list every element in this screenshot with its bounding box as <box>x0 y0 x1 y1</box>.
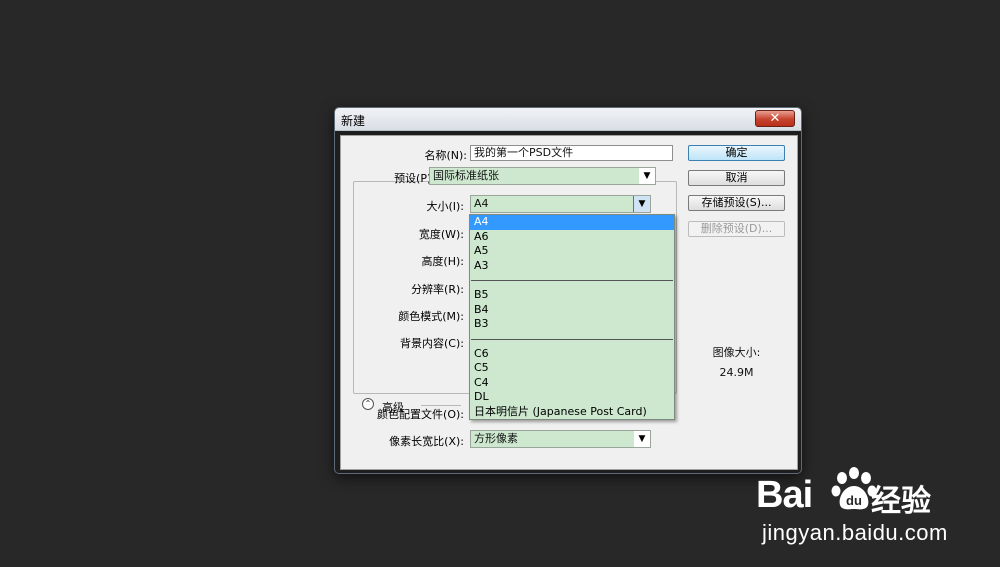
watermark-url: jingyan.baidu.com <box>762 520 948 545</box>
size-option-a3[interactable]: A3 <box>470 259 674 274</box>
watermark-logo-cn: 经验 <box>871 484 931 519</box>
cancel-button[interactable]: 取消 <box>688 170 785 186</box>
save-preset-button[interactable]: 存储预设(S)... <box>688 195 785 211</box>
pixel-aspect-value: 方形像素 <box>474 432 518 445</box>
size-option-b3[interactable]: B3 <box>470 317 674 332</box>
size-select-value: A4 <box>474 197 489 210</box>
preset-select-value: 国际标准纸张 <box>433 169 499 182</box>
name-input[interactable]: 我的第一个PSD文件 <box>470 145 673 161</box>
size-option-c6[interactable]: C6 <box>470 347 674 362</box>
color-profile-label: 颜色配置文件(O): <box>377 408 464 421</box>
height-label: 高度(H): <box>421 255 464 268</box>
size-option-b5[interactable]: B5 <box>470 288 674 303</box>
chevron-down-icon[interactable]: ▼ <box>639 168 655 184</box>
size-option-dl[interactable]: DL <box>470 390 674 405</box>
watermark-logo-text: Bai <box>756 474 813 516</box>
size-option-japanese-postcard[interactable]: 日本明信片 (Japanese Post Card) <box>470 405 674 420</box>
size-option-a6[interactable]: A6 <box>470 230 674 245</box>
color-mode-label: 颜色模式(M): <box>398 310 464 323</box>
ok-button[interactable]: 确定 <box>688 145 785 161</box>
size-select[interactable]: A4 ▼ <box>470 195 651 213</box>
resolution-label: 分辨率(R): <box>411 283 464 296</box>
delete-preset-button: 删除预设(D)... <box>688 221 785 237</box>
dropdown-separator <box>471 280 673 281</box>
size-option-c4[interactable]: C4 <box>470 376 674 391</box>
pixel-aspect-select[interactable]: 方形像素 ▼ <box>470 430 651 448</box>
dialog-titlebar[interactable]: 新建 ✕ <box>335 108 801 131</box>
pixel-aspect-label: 像素长宽比(X): <box>389 435 464 448</box>
background-contents-label: 背景内容(C): <box>400 337 464 350</box>
size-label: 大小(I): <box>426 200 464 213</box>
name-label: 名称(N): <box>424 149 467 162</box>
size-dropdown-list: A4 A6 A5 A3 B5 B4 B3 C6 C5 C4 DL 日本明信片 (… <box>469 214 675 420</box>
preset-select[interactable]: 国际标准纸张 ▼ <box>429 167 656 185</box>
width-label: 宽度(W): <box>418 228 464 241</box>
image-size-value: 24.9M <box>719 366 754 379</box>
svg-text:du: du <box>846 493 862 508</box>
dropdown-separator <box>471 338 673 340</box>
image-size-label: 图像大小: <box>712 346 761 359</box>
size-option-b4[interactable]: B4 <box>470 303 674 318</box>
baidu-watermark: Bai du 经验 jingyan.baidu.com <box>756 462 956 552</box>
close-button[interactable]: ✕ <box>755 110 795 127</box>
chevron-down-icon[interactable]: ▼ <box>634 431 650 447</box>
chevron-down-icon[interactable]: ▼ <box>633 196 650 212</box>
size-option-a5[interactable]: A5 <box>470 244 674 259</box>
dialog-title: 新建 <box>341 114 366 128</box>
size-option-c5[interactable]: C5 <box>470 361 674 376</box>
size-option-a4[interactable]: A4 <box>470 215 674 230</box>
preset-label: 预设(P): <box>394 172 435 185</box>
